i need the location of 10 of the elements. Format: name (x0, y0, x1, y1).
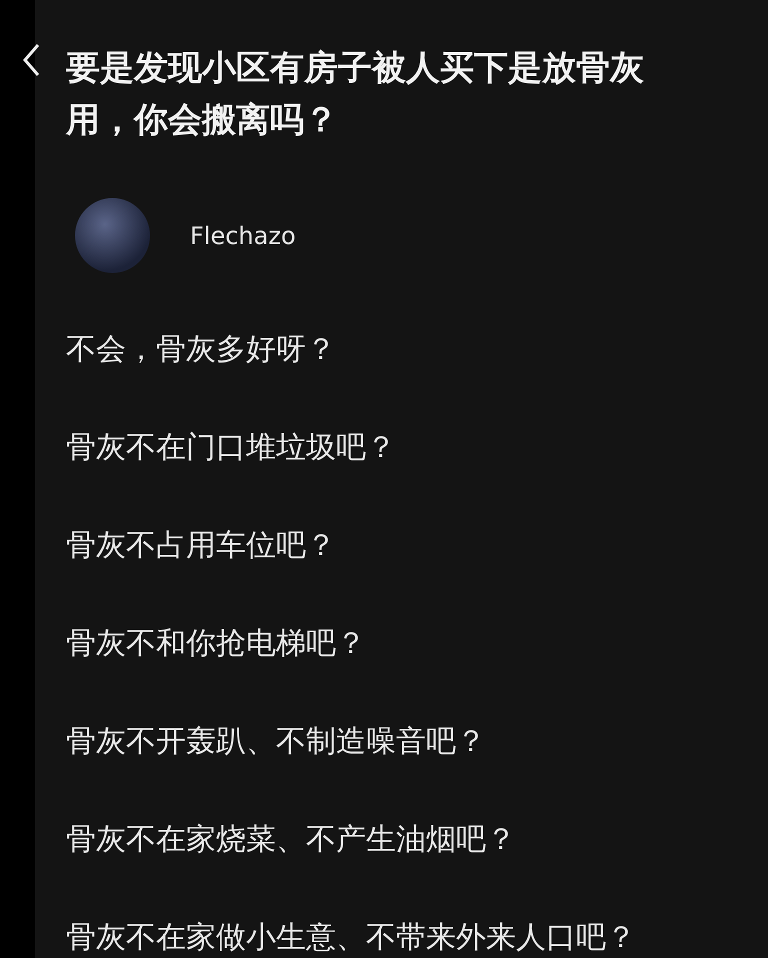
answer-paragraph: 骨灰不和你抢电梯吧？ (66, 625, 367, 663)
answer-paragraph: 骨灰不在门口堆垃圾吧？ (66, 429, 397, 467)
answer-paragraph: 骨灰不开轰趴、不制造噪音吧？ (66, 723, 487, 761)
back-icon[interactable] (20, 42, 42, 78)
question-title: 要是发现小区有房子被人买下是放骨灰用，你会搬离吗？ (66, 47, 645, 142)
answer-paragraph: 不会，骨灰多好呀？ (66, 331, 337, 369)
author-name[interactable]: Flechazo (190, 222, 296, 250)
answer-paragraph: 骨灰不占用车位吧？ (66, 527, 337, 565)
answer-paragraph: 骨灰不在家烧菜、不产生油烟吧？ (66, 821, 517, 859)
answer-paragraph: 骨灰不在家做小生意、不带来外来人口吧？ (66, 919, 637, 957)
